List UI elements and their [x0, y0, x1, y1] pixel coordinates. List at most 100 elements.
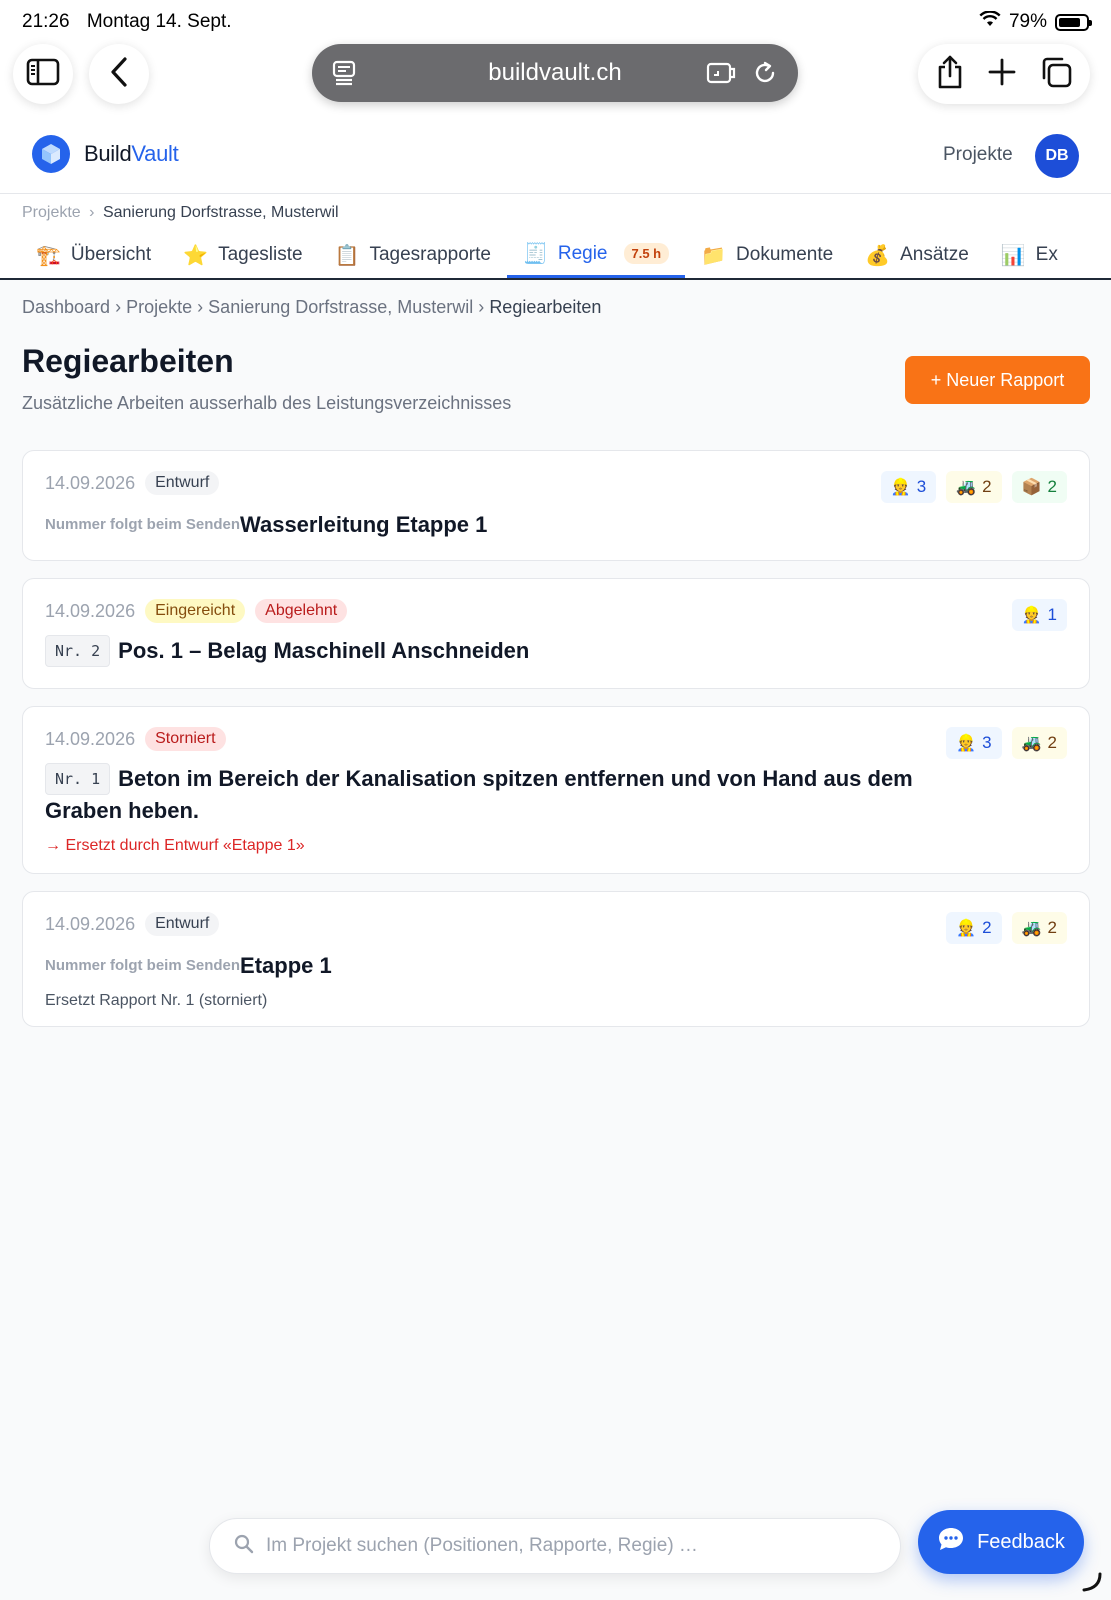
- status-badge: Eingereicht: [145, 599, 246, 623]
- url-text: buildvault.ch: [488, 59, 622, 86]
- extension-icon[interactable]: [706, 60, 736, 93]
- tab-label: Dokumente: [736, 244, 834, 265]
- status-badge: Entwurf: [145, 471, 220, 495]
- report-date: 14.09.2026: [45, 913, 136, 934]
- tractor-icon: 🚜: [1021, 920, 1042, 937]
- page-title: Regiearbeiten: [22, 343, 234, 379]
- report-date: 14.09.2026: [45, 728, 136, 749]
- breadcrumb-separator: ›: [115, 297, 122, 317]
- tab-regie[interactable]: 🧾 Regie 7.5 h: [506, 232, 686, 278]
- sidebar-icon: [26, 58, 60, 91]
- report-card[interactable]: 14.09.2026 Eingereicht Abgelehnt 👷 1 Nr. …: [22, 578, 1090, 689]
- wifi-icon: [979, 10, 1001, 33]
- tab-label: Tagesliste: [218, 244, 303, 265]
- chat-bubble-icon: [937, 1526, 965, 1558]
- chevron-left-icon: [109, 56, 129, 92]
- feedback-button[interactable]: Feedback: [918, 1510, 1084, 1574]
- machines-chip: 🚜 2: [1011, 727, 1067, 759]
- tab-export[interactable]: 📊 Ex: [985, 232, 1074, 278]
- workers-chip: 👷 2: [946, 912, 1002, 944]
- report-card[interactable]: 14.09.2026 Entwurf 👷 2 🚜 2 Nummer folgt be…: [22, 891, 1090, 1027]
- tab-label: Übersicht: [70, 244, 152, 265]
- status-badge: Entwurf: [145, 912, 220, 936]
- tab-uebersicht[interactable]: 🏗️ Übersicht: [22, 232, 167, 278]
- resize-corner-icon: [1080, 1570, 1104, 1599]
- workers-count: 2: [982, 918, 992, 937]
- project-breadcrumb: Projekte › Sanierung Dorfstrasse, Muster…: [22, 204, 339, 222]
- app-header: BuildVault Projekte DB: [0, 124, 1111, 194]
- tractor-icon: 🚜: [956, 479, 977, 496]
- new-report-button[interactable]: + Neuer Rapport: [905, 356, 1090, 404]
- report-title: Pos. 1 – Belag Maschinell Anschneiden: [118, 638, 530, 663]
- report-title: Wasserleitung Etappe 1: [240, 512, 488, 537]
- breadcrumb-dashboard[interactable]: Dashboard: [22, 297, 110, 317]
- status-bar: 21:26 Montag 14. Sept. 79%: [0, 0, 1111, 44]
- machines-count: 2: [982, 477, 992, 496]
- report-card[interactable]: 14.09.2026 Storniert 👷 3 🚜 2 Nr. 1 Beton im…: [22, 706, 1090, 874]
- brand-logo[interactable]: BuildVault: [32, 135, 179, 173]
- sidebar-toggle-button[interactable]: [13, 44, 73, 104]
- battery-percent: 79%: [1008, 11, 1047, 32]
- report-title: Beton im Bereich der Kanalisation spitze…: [45, 766, 913, 823]
- machines-chip: 🚜 2: [946, 471, 1002, 503]
- materials-count: 2: [1047, 477, 1057, 496]
- status-date: Montag 14. Sept.: [86, 11, 232, 32]
- report-number: Nr. 1: [45, 763, 111, 795]
- project-search[interactable]: [209, 1518, 901, 1574]
- feedback-label: Feedback: [977, 1530, 1065, 1553]
- project-breadcrumb-root[interactable]: Projekte: [22, 204, 81, 221]
- pending-number: Nummer folgt beim Senden: [45, 516, 241, 534]
- workers-count: 3: [982, 733, 992, 752]
- folder-icon: 📁: [701, 244, 727, 267]
- browser-actions: [918, 44, 1090, 104]
- workers-count: 1: [1047, 605, 1057, 624]
- report-date: 14.09.2026: [45, 472, 136, 493]
- back-button[interactable]: [89, 44, 149, 104]
- machines-count: 2: [1047, 733, 1057, 752]
- cube-icon: [32, 135, 70, 173]
- status-badge: Abgelehnt: [255, 599, 348, 623]
- star-icon: ⭐: [183, 244, 209, 267]
- new-tab-icon[interactable]: [988, 58, 1016, 91]
- receipt-icon: 🧾: [522, 243, 548, 265]
- address-bar[interactable]: buildvault.ch: [312, 44, 798, 102]
- report-number: Nr. 2: [45, 635, 111, 667]
- breadcrumb-project[interactable]: Sanierung Dorfstrasse, Musterwil: [208, 297, 473, 317]
- share-icon[interactable]: [936, 55, 964, 94]
- brand-name-part2: Vault: [131, 141, 179, 166]
- breadcrumb-separator: ›: [89, 204, 95, 221]
- report-date: 14.09.2026: [45, 600, 136, 621]
- brand-name: BuildVault: [84, 141, 179, 167]
- package-icon: 📦: [1021, 479, 1042, 496]
- breadcrumb: Dashboard › Projekte › Sanierung Dorfstr…: [22, 297, 601, 318]
- workers-count: 3: [916, 477, 927, 496]
- reload-icon[interactable]: [752, 60, 778, 93]
- status-badge: Storniert: [145, 727, 226, 751]
- bar-chart-icon: 📊: [1000, 244, 1026, 267]
- money-bag-icon: 💰: [865, 244, 891, 267]
- page-subtitle: Zusätzliche Arbeiten ausserhalb des Leis…: [22, 393, 512, 413]
- breadcrumb-separator: ›: [478, 297, 485, 317]
- search-input[interactable]: [266, 1535, 866, 1557]
- nav-projects-link[interactable]: Projekte: [943, 144, 1013, 166]
- machines-count: 2: [1047, 918, 1057, 937]
- breadcrumb-current: Regiearbeiten: [489, 297, 602, 317]
- worker-icon: 👷: [956, 920, 977, 937]
- tab-label: Ansätze: [900, 244, 969, 265]
- tab-dokumente[interactable]: 📁 Dokumente: [685, 232, 849, 278]
- brand-name-part1: Build: [84, 141, 132, 166]
- breadcrumb-projects[interactable]: Projekte: [126, 297, 192, 317]
- replaced-by-link[interactable]: → Ersetzt durch Entwurf «Etappe 1»: [45, 837, 929, 855]
- workers-chip: 👷 1: [1011, 599, 1067, 631]
- worker-icon: 👷: [1021, 607, 1042, 624]
- report-card[interactable]: 14.09.2026 Entwurf 👷 3 🚜 2 📦 2 Nummer folgt…: [22, 450, 1090, 561]
- tab-ansaetze[interactable]: 💰 Ansätze: [849, 232, 985, 278]
- user-avatar[interactable]: DB: [1035, 134, 1079, 178]
- tabs-overview-icon[interactable]: [1040, 56, 1072, 93]
- tab-tagesliste[interactable]: ⭐ Tagesliste: [167, 232, 318, 278]
- page-menu-icon[interactable]: [332, 60, 356, 93]
- tab-tagesrapporte[interactable]: 📋 Tagesrapporte: [319, 232, 507, 278]
- worker-icon: 👷: [956, 735, 977, 752]
- materials-chip: 📦 2: [1011, 471, 1067, 503]
- project-tabs: 🏗️ Übersicht ⭐ Tagesliste 📋 Tagesrapport…: [22, 232, 1074, 278]
